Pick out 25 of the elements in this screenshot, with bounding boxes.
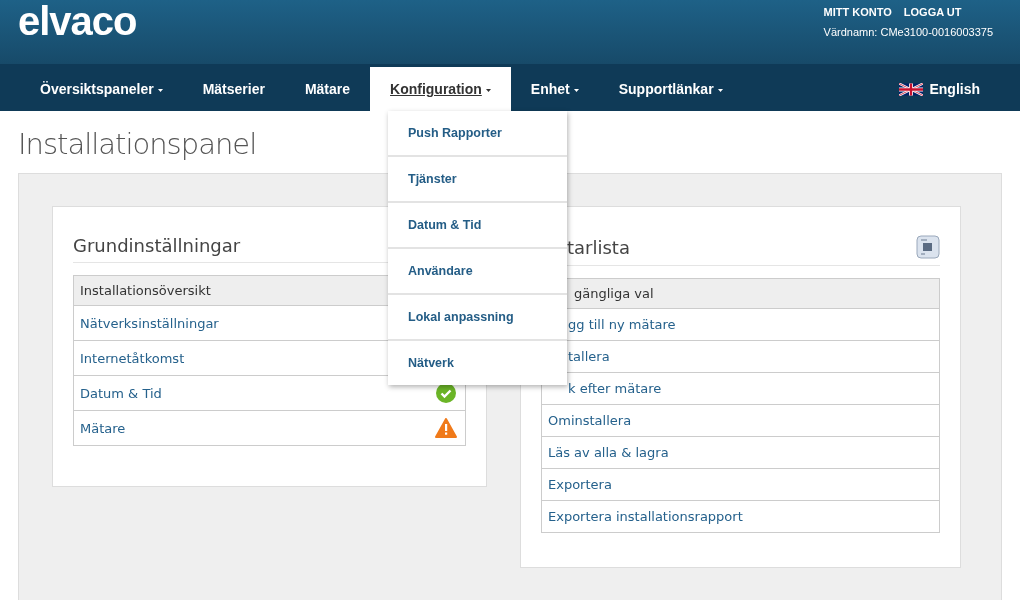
- nav-tab[interactable]: Mätare: [284, 67, 371, 111]
- table-link[interactable]: Mätare: [80, 420, 126, 436]
- nav-tab[interactable]: Supportlänkar: [598, 67, 743, 111]
- nav-tab[interactable]: Enhet: [510, 67, 599, 111]
- table-link[interactable]: Exportera: [548, 477, 612, 492]
- table-link[interactable]: Exportera installationsrapport: [548, 509, 743, 524]
- device-icon[interactable]: [916, 235, 940, 259]
- table-link[interactable]: Internetåtkomst: [80, 350, 185, 366]
- table-link[interactable]: Nätverksinställningar: [80, 315, 219, 331]
- table-link[interactable]: Datum & Tid: [80, 385, 162, 401]
- account-link[interactable]: MITT KONTO: [823, 6, 892, 18]
- nav-tab[interactable]: Översiktspaneler: [20, 67, 183, 111]
- warning-icon: [435, 418, 457, 438]
- account-link[interactable]: LOGGA UT: [903, 6, 962, 18]
- hostname: Värdnamn: CMe3100-0016003375: [823, 26, 993, 38]
- menu-item[interactable]: Push Rapporter: [388, 111, 567, 157]
- card-title: tarlista: [567, 236, 630, 258]
- table-link[interactable]: Ominstallera: [548, 413, 632, 428]
- language-link[interactable]: English: [899, 67, 1020, 111]
- nav-tab[interactable]: Mätserier: [182, 67, 285, 111]
- table-link[interactable]: Läs av alla & lagra: [548, 445, 669, 460]
- nav-tab[interactable]: Konfiguration: [370, 67, 511, 111]
- flag-icon: [899, 82, 924, 96]
- logo[interactable]: elvaco: [18, 0, 137, 64]
- page-title: Installationspanel: [18, 127, 257, 161]
